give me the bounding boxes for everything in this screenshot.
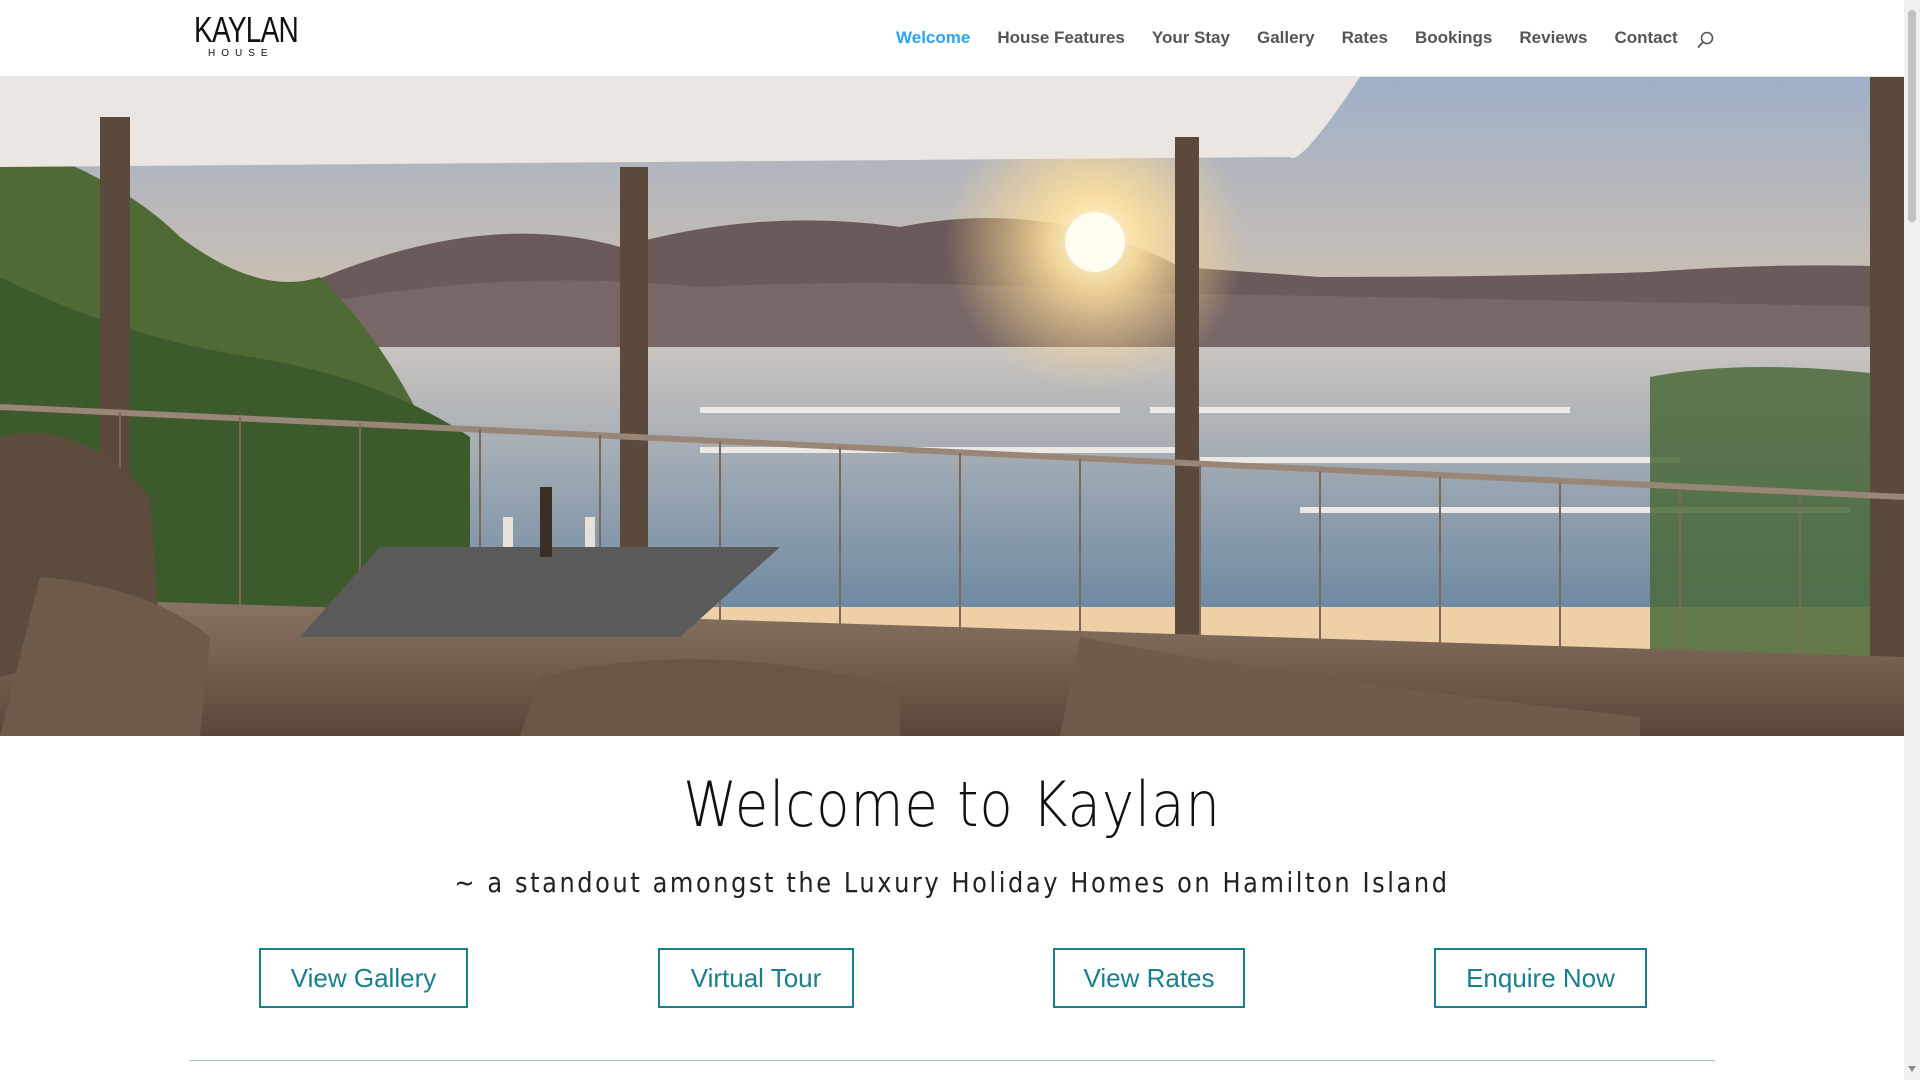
nav-item-rates[interactable]: Rates: [1342, 28, 1388, 48]
nav-item-reviews[interactable]: Reviews: [1519, 28, 1587, 48]
page-scrollbar[interactable]: [1904, 0, 1920, 1080]
enquire-now-button[interactable]: Enquire Now: [1434, 948, 1647, 1008]
view-gallery-button[interactable]: View Gallery: [259, 948, 468, 1008]
logo-subtitle: HOUSE: [208, 48, 274, 59]
hero-image: [0, 77, 1904, 736]
nav-item-contact[interactable]: Contact: [1614, 28, 1677, 48]
nav-item-welcome[interactable]: Welcome: [896, 28, 970, 48]
nav-item-your-stay[interactable]: Your Stay: [1152, 28, 1230, 48]
chevron-down-icon[interactable]: [1908, 1066, 1916, 1072]
page-subtitle: ~ a standout amongst the Luxury Holiday …: [454, 866, 1450, 899]
search-icon[interactable]: [1696, 30, 1716, 50]
section-divider: [190, 1060, 1715, 1061]
main-nav: Welcome House Features Your Stay Gallery…: [896, 28, 1705, 48]
logo-wordmark: KAYLAN: [194, 9, 299, 50]
nav-item-gallery[interactable]: Gallery: [1257, 28, 1315, 48]
scroll-thumb[interactable]: [1908, 10, 1916, 222]
logo[interactable]: KAYLAN HOUSE: [194, 12, 299, 62]
virtual-tour-button[interactable]: Virtual Tour: [658, 948, 854, 1008]
nav-item-bookings[interactable]: Bookings: [1415, 28, 1492, 48]
nav-item-house-features[interactable]: House Features: [997, 28, 1125, 48]
site-header: KAYLAN HOUSE Welcome House Features Your…: [0, 0, 1904, 77]
view-rates-button[interactable]: View Rates: [1053, 948, 1245, 1008]
page-title: Welcome to Kaylan: [683, 768, 1221, 841]
hero-illustration: [0, 77, 1904, 736]
